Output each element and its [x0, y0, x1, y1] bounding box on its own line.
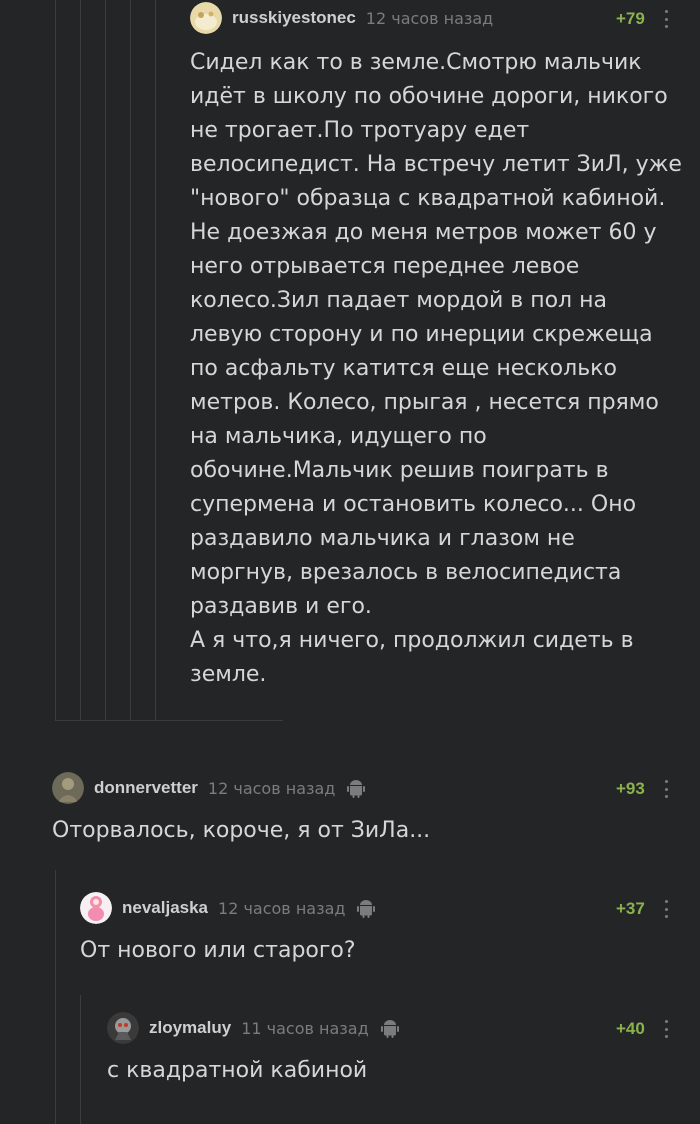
timestamp: 11 часов назад	[241, 1018, 369, 1038]
timestamp: 12 часов назад	[365, 8, 494, 28]
thread-line	[155, 0, 156, 720]
rating: +40	[616, 1019, 645, 1038]
thread-line	[130, 0, 131, 720]
thread-line	[105, 0, 106, 720]
thread-line	[55, 0, 56, 720]
avatar[interactable]	[107, 1012, 139, 1044]
avatar[interactable]	[80, 892, 112, 924]
comment-text: Сидел как то в земле.Смотрю мальчик идёт…	[190, 50, 682, 687]
thread-line	[80, 0, 81, 720]
comment-header: nevaljaska 12 часов назад	[80, 892, 377, 924]
comment-text: с квадратной кабиной	[107, 1058, 368, 1083]
timestamp: 12 часов назад	[207, 778, 336, 798]
comment-header: zloymaluy 11 часов назад	[107, 1012, 401, 1044]
android-icon	[355, 897, 377, 919]
thread-end-line	[55, 720, 283, 721]
timestamp: 12 часов назад	[218, 898, 346, 918]
username[interactable]: nevaljaska	[122, 898, 208, 918]
username[interactable]: russkiyestonec	[232, 8, 356, 28]
comment-header: russkiyestonec 12 часов назад	[190, 2, 503, 34]
comment-header: donnervetter 12 часов назад	[52, 772, 367, 804]
thread-line	[55, 870, 56, 1124]
thread-line	[80, 995, 81, 1124]
more-vertical-icon[interactable]	[665, 780, 669, 798]
android-icon	[345, 777, 367, 799]
username[interactable]: donnervetter	[94, 778, 198, 798]
rating: +37	[616, 899, 645, 918]
more-vertical-icon[interactable]	[665, 900, 669, 918]
avatar[interactable]	[190, 2, 222, 34]
comment-text: Оторвалось, короче, я от ЗиЛа...	[52, 818, 431, 843]
rating: +93	[616, 779, 645, 798]
more-vertical-icon[interactable]	[665, 1020, 669, 1038]
rating: +79	[616, 9, 645, 28]
username[interactable]: zloymaluy	[149, 1018, 231, 1038]
more-vertical-icon[interactable]	[665, 10, 669, 28]
android-icon	[379, 1017, 401, 1039]
avatar[interactable]	[52, 772, 84, 804]
comment-text: От нового или старого?	[80, 938, 356, 963]
